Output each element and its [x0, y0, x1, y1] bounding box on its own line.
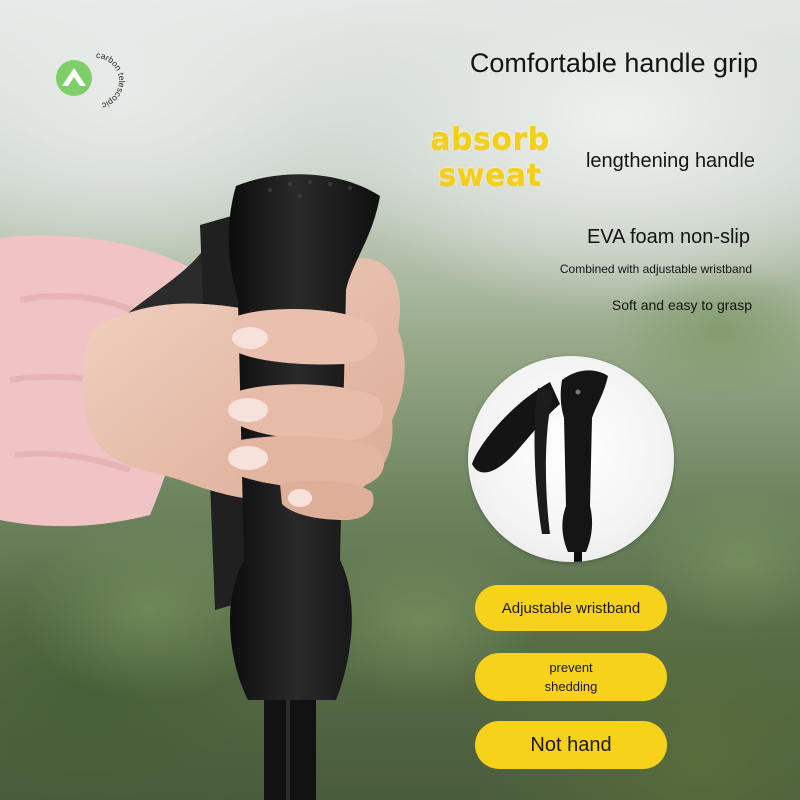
feature-eva: EVA foam non-slip: [586, 226, 750, 248]
pill-prevent-shedding: prevent shedding: [475, 653, 667, 701]
logo-text: carbon telescopic: [96, 50, 127, 108]
headline: Comfortable handle grip: [469, 48, 758, 78]
feature-wristband-note: Combined with adjustable wristband: [559, 262, 752, 276]
logo-circle-icon: [56, 60, 92, 96]
pill-not-hand: Not hand: [475, 721, 667, 769]
inset-grip-illustration: [472, 370, 608, 562]
absorb-sweat-badge: absorb sweat: [425, 122, 555, 194]
pill-not-hand-label: Not hand: [530, 733, 612, 756]
pill-prevent-line-1: prevent: [549, 660, 593, 675]
pill-adjustable-wristband: Adjustable wristband: [475, 585, 667, 631]
pill-wristband-label: Adjustable wristband: [501, 599, 641, 617]
photo-scene: [0, 174, 800, 800]
feature-soft: Soft and easy to grasp: [611, 297, 752, 313]
product-image: carbon telescopic Comfortable handle gri…: [0, 0, 800, 800]
svg-text:carbon telescopic: carbon telescopic: [96, 50, 127, 108]
brand-logo: carbon telescopic: [56, 50, 127, 108]
detail-inset: [468, 356, 674, 562]
badge-line-1: absorb: [430, 122, 550, 157]
pill-prevent-line-2: shedding: [544, 679, 598, 694]
feature-lengthening: lengthening handle: [585, 150, 755, 172]
badge-line-2: sweat: [438, 158, 542, 193]
